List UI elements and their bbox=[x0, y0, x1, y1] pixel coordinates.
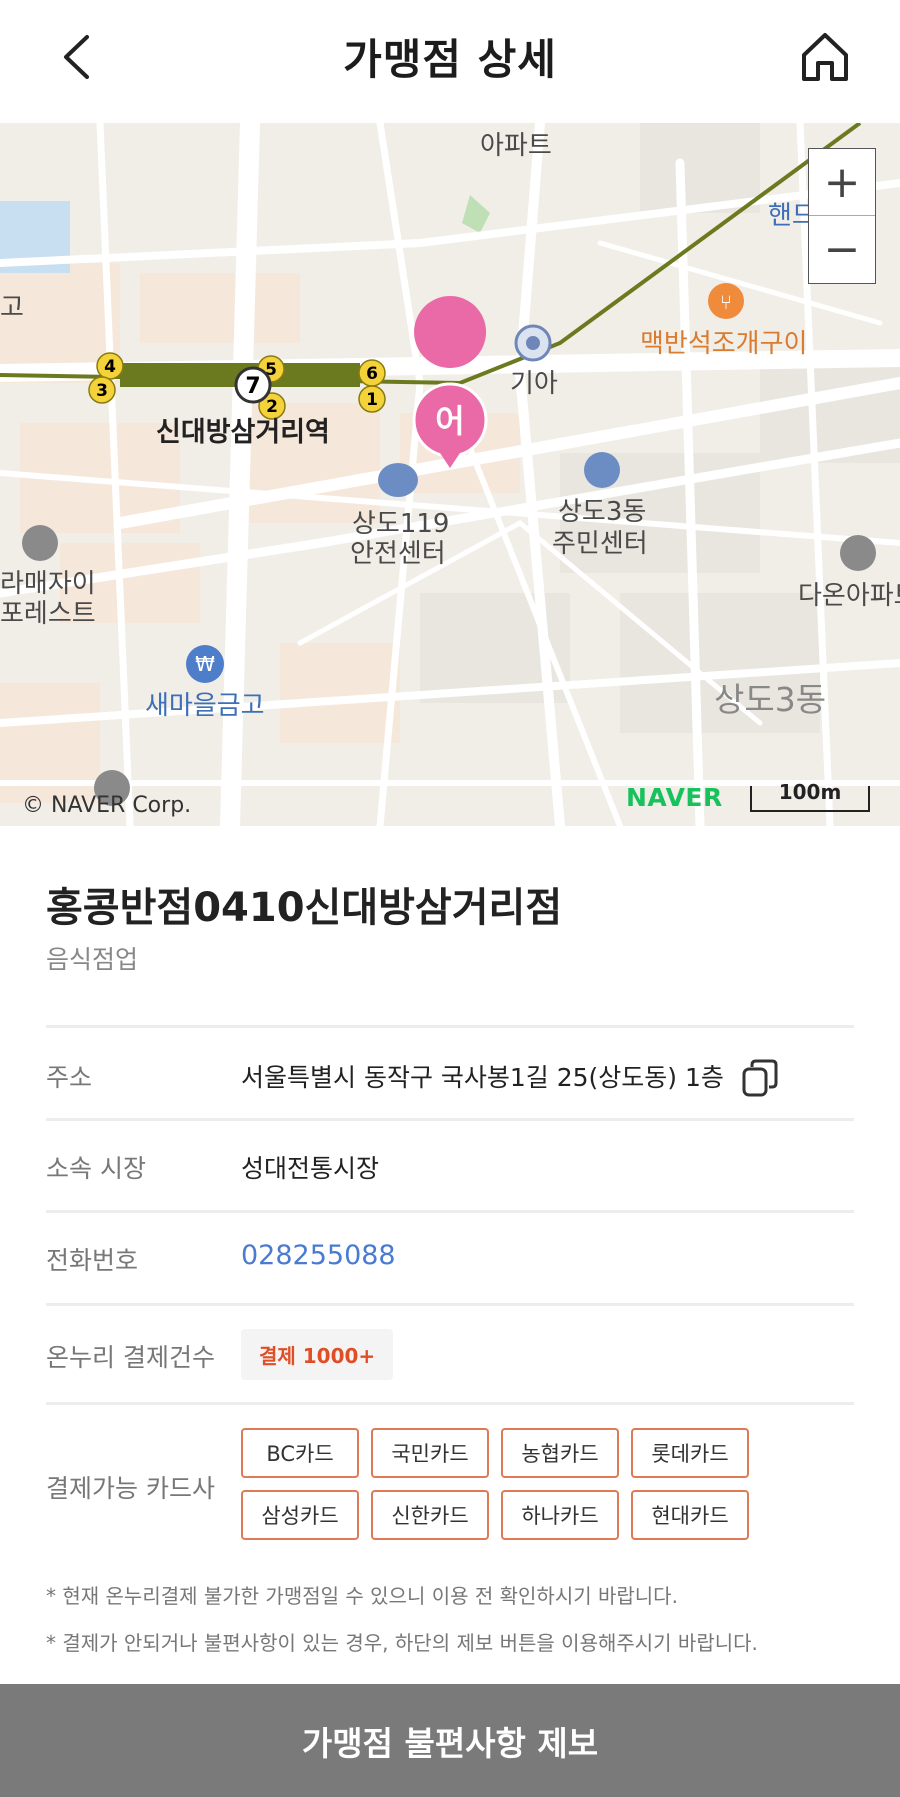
map-label-forest-2: 포레스트 bbox=[0, 599, 96, 629]
svg-text:₩: ₩ bbox=[195, 652, 215, 676]
page-title: 가맹점 상세 bbox=[343, 35, 557, 84]
payment-count-badge: 결제 1000+ bbox=[241, 1329, 394, 1380]
map-label-restaurant: 맥반석조개구이 bbox=[640, 329, 808, 359]
map-label-apartment: 아파트 bbox=[480, 131, 552, 161]
card-chip-shinhan: 신한카드 bbox=[371, 1490, 489, 1540]
home-icon bbox=[799, 31, 851, 87]
card-chip-kookmin: 국민카드 bbox=[371, 1428, 489, 1478]
card-chip-nonghyup: 농협카드 bbox=[501, 1428, 619, 1478]
map-label-daon: 다온아파트 bbox=[798, 581, 900, 611]
store-info-table: 주소 서울특별시 동작구 국사봉1길 25(상도동) 1층 소속 시장 성대전통… bbox=[46, 1025, 854, 1554]
map-label-bank: 새마을금고 bbox=[145, 691, 265, 721]
map-copyright: © NAVER Corp. bbox=[22, 793, 192, 818]
zoom-out-button[interactable]: − bbox=[809, 216, 875, 283]
zoom-in-button[interactable]: + bbox=[809, 149, 875, 216]
phone-link[interactable]: 028255088 bbox=[241, 1240, 396, 1271]
station-line-7: 7 bbox=[245, 374, 260, 399]
card-chip-bc: BC카드 bbox=[241, 1428, 359, 1478]
notice-2: * 결제가 안되거나 불편사항이 있는 경우, 하단의 제보 버튼을 이용해주시… bbox=[46, 1631, 758, 1655]
copy-icon[interactable] bbox=[740, 1058, 780, 1098]
cards-label: 결제가능 카드사 bbox=[46, 1474, 215, 1503]
exit-6: 6 bbox=[366, 364, 378, 384]
card-chip-samsung: 삼성카드 bbox=[241, 1490, 359, 1540]
svg-text:⑂: ⑂ bbox=[720, 290, 732, 314]
map-scale-label: 100m bbox=[778, 780, 842, 804]
map-label-station: 신대방삼거리역 bbox=[156, 417, 330, 448]
map-scale-bar: 100m bbox=[750, 780, 870, 812]
info-row-payment-count: 온누리 결제건수 결제 1000+ bbox=[46, 1303, 854, 1402]
phone-label: 전화번호 bbox=[46, 1246, 139, 1275]
map-label-community-2: 주민센터 bbox=[552, 529, 648, 559]
market-value: 성대전통시장 bbox=[241, 1154, 380, 1183]
address-label: 주소 bbox=[46, 1063, 93, 1092]
card-chip-hana: 하나카드 bbox=[501, 1490, 619, 1540]
info-row-address: 주소 서울특별시 동작구 국사봉1길 25(상도동) 1층 bbox=[46, 1025, 854, 1118]
naver-logo: NAVER bbox=[626, 783, 723, 812]
info-row-phone: 전화번호 028255088 bbox=[46, 1210, 854, 1303]
map-label-go: 고 bbox=[0, 293, 24, 323]
exit-1: 1 bbox=[366, 390, 378, 410]
svg-text:어: 어 bbox=[435, 402, 464, 440]
payment-count-label: 온누리 결제건수 bbox=[46, 1343, 215, 1372]
store-map[interactable]: 4 3 5 2 6 1 7 ⑂ ₩ 어 아파트 핸드 고 맥반석조개구이 기아 … bbox=[0, 123, 900, 826]
header-bar: 가맹점 상세 bbox=[0, 0, 900, 123]
notice-1: * 현재 온누리결제 불가한 가맹점일 수 있으니 이용 전 확인하시기 바랍니… bbox=[46, 1584, 678, 1608]
exit-3: 3 bbox=[96, 381, 108, 401]
map-label-fire-station-2: 안전센터 bbox=[350, 539, 446, 569]
market-label: 소속 시장 bbox=[46, 1154, 146, 1183]
map-label-kia: 기아 bbox=[510, 369, 558, 399]
home-button[interactable] bbox=[790, 24, 860, 94]
info-row-market: 소속 시장 성대전통시장 bbox=[46, 1118, 854, 1210]
zoom-control: + − bbox=[808, 148, 876, 284]
card-chip-hyundai: 현대카드 bbox=[631, 1490, 749, 1540]
address-value: 서울특별시 동작구 국사봉1길 25(상도동) 1층 bbox=[241, 1063, 724, 1092]
info-row-cards: 결제가능 카드사 BC카드 국민카드 농협카드 롯데카드 삼성카드 신한카드 하… bbox=[46, 1402, 854, 1554]
report-button[interactable]: 가맹점 불편사항 제보 bbox=[0, 1684, 900, 1797]
store-name: 홍콩반점0410신대방삼거리점 bbox=[46, 885, 563, 931]
map-label-district: 상도3동 bbox=[714, 680, 827, 719]
store-category: 음식점업 bbox=[46, 945, 139, 974]
exit-4: 4 bbox=[104, 357, 116, 377]
card-chip-lotte: 롯데카드 bbox=[631, 1428, 749, 1478]
